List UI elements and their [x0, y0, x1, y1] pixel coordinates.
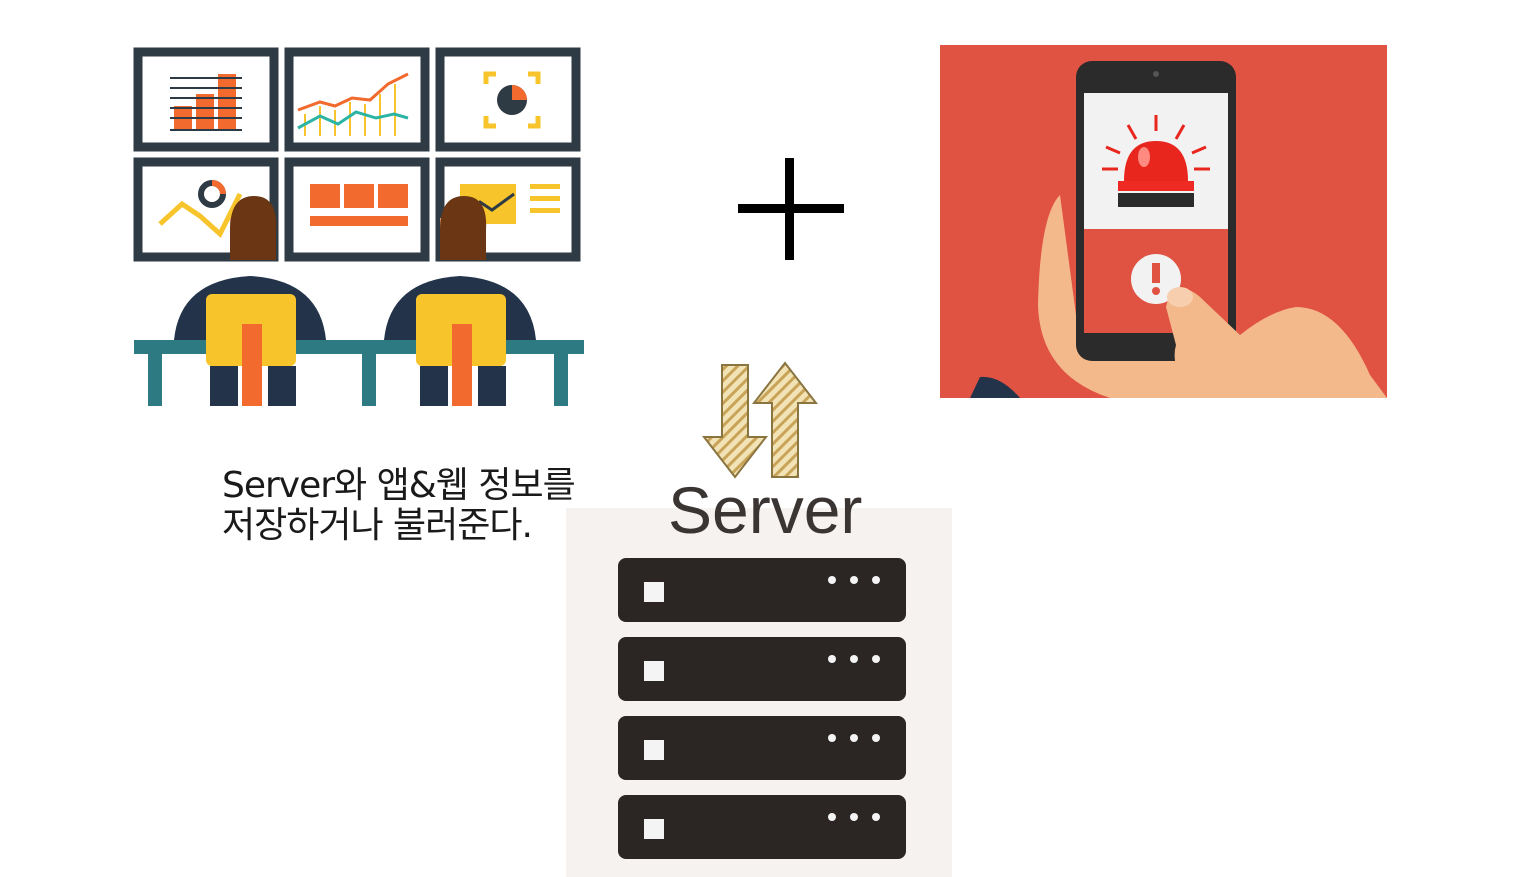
monitoring-team-icon [133, 47, 584, 406]
plus-icon [738, 158, 844, 260]
mobile-alert-icon [940, 45, 1387, 398]
transfer-arrows-icon [701, 361, 819, 479]
server-rack-icon [566, 508, 952, 877]
description-line-1: Server와 앱&웹 정보를 [222, 465, 576, 506]
server-label: Server [668, 473, 863, 547]
